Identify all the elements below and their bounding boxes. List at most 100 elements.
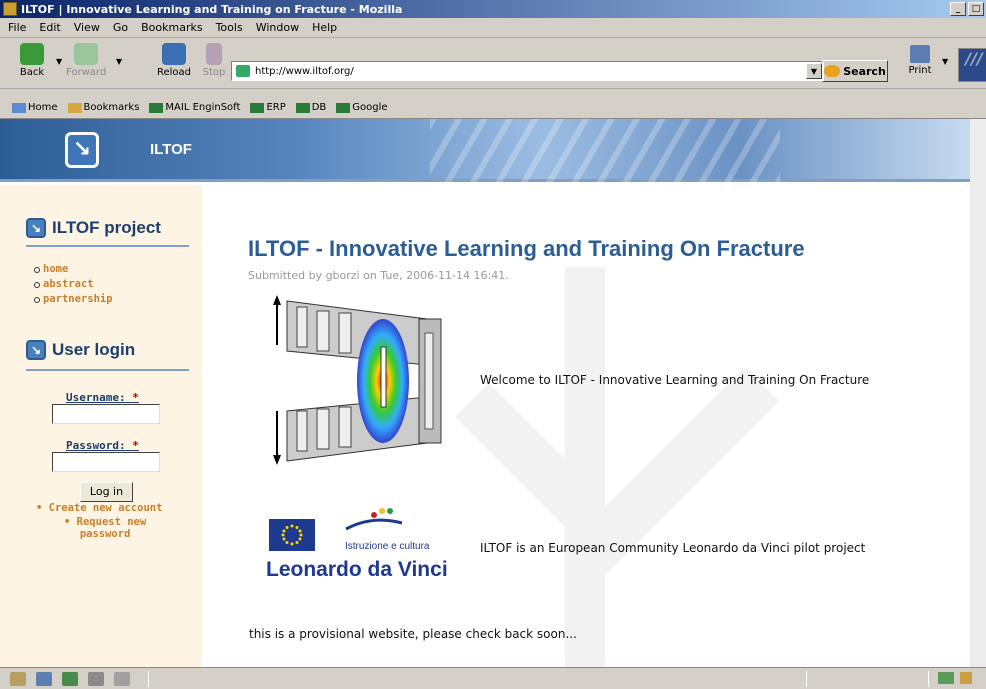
online-status-icon[interactable] bbox=[938, 672, 954, 684]
watermark-arrow-icon bbox=[455, 267, 779, 667]
print-button[interactable]: Print bbox=[900, 45, 940, 76]
create-account-text: Create new account bbox=[48, 502, 163, 514]
window-titlebar: ILTOF | Innovative Learning and Training… bbox=[0, 0, 986, 18]
bookmark-google[interactable]: Google bbox=[336, 102, 388, 113]
bookmark-erp-label: ERP bbox=[266, 102, 286, 113]
search-icon bbox=[824, 65, 841, 77]
minimize-button[interactable]: _ bbox=[950, 2, 966, 16]
fracture-specimen-image bbox=[273, 295, 442, 465]
bookmark-bookmarks-label: Bookmarks bbox=[83, 102, 140, 113]
site-logo-icon[interactable]: ↘ bbox=[65, 132, 99, 168]
password-label-text: Password: bbox=[66, 439, 126, 452]
bookmark-home[interactable]: Home bbox=[12, 102, 58, 113]
bookmark-icon bbox=[250, 102, 265, 113]
menu-bookmarks[interactable]: Bookmarks bbox=[141, 21, 202, 34]
divider bbox=[806, 671, 807, 687]
mail-icon[interactable] bbox=[36, 671, 52, 686]
project-block-title: ↘ ILTOF project bbox=[26, 218, 161, 238]
forward-dropdown-icon[interactable]: ▼ bbox=[116, 57, 122, 66]
password-label: Password: * bbox=[66, 439, 139, 452]
menu-tools[interactable]: Tools bbox=[216, 21, 243, 34]
forward-label: Forward bbox=[66, 67, 107, 78]
back-dropdown-icon[interactable]: ▼ bbox=[56, 57, 62, 66]
istruzione-logo-text: Istruzione e cultura bbox=[345, 541, 430, 552]
menu-go[interactable]: Go bbox=[113, 21, 128, 34]
welcome-text: Welcome to ILTOF - Innovative Learning a… bbox=[480, 373, 870, 387]
back-button[interactable]: Back bbox=[12, 43, 52, 78]
stop-button[interactable]: Stop bbox=[194, 43, 234, 78]
bookmark-home-label: Home bbox=[28, 102, 58, 113]
required-mark: * bbox=[132, 439, 139, 452]
username-label-text: Username: bbox=[66, 391, 126, 404]
navigation-toolbar: Back ▼ Forward ▼ Reload Stop http://www.… bbox=[0, 39, 986, 89]
provisional-notice: this is a provisional website, please ch… bbox=[249, 627, 577, 641]
window-controls: _ □ bbox=[950, 2, 984, 16]
address-book-icon[interactable] bbox=[88, 671, 104, 686]
sidebar: ↘ ILTOF project home abstract partnershi… bbox=[0, 185, 202, 667]
menu-view[interactable]: View bbox=[74, 21, 100, 34]
nav-link-abstract[interactable]: abstract bbox=[34, 277, 113, 292]
request-password-text-1: Request new bbox=[76, 516, 147, 528]
url-text: http://www.iltof.org/ bbox=[255, 65, 354, 77]
bookmark-bookmarks[interactable]: Bookmarks bbox=[67, 102, 140, 113]
bookmark-icon bbox=[295, 102, 310, 113]
menu-window[interactable]: Window bbox=[256, 21, 299, 34]
bookmarks-icon bbox=[67, 102, 82, 113]
back-label: Back bbox=[19, 67, 45, 78]
page-favicon-icon bbox=[236, 65, 250, 77]
print-label: Print bbox=[908, 65, 932, 76]
request-password-text-2: password bbox=[79, 528, 131, 540]
reload-button[interactable]: Reload bbox=[154, 43, 194, 78]
status-bar bbox=[0, 667, 986, 689]
leonardo-logo-text: Leonardo da Vinci bbox=[266, 558, 448, 581]
window-title: ILTOF | Innovative Learning and Training… bbox=[21, 2, 403, 16]
create-account-link[interactable]: • Create new account bbox=[36, 502, 162, 514]
username-input[interactable] bbox=[52, 404, 160, 424]
nav-link-partnership[interactable]: partnership bbox=[34, 292, 113, 307]
mozilla-throbber-icon[interactable]: /// bbox=[958, 48, 986, 82]
forward-button[interactable]: Forward bbox=[66, 43, 106, 78]
vertical-scrollbar[interactable] bbox=[970, 119, 986, 667]
divider bbox=[26, 245, 189, 247]
reload-label: Reload bbox=[156, 67, 192, 78]
bookmark-icon bbox=[149, 102, 164, 113]
reload-icon bbox=[162, 43, 186, 65]
bookmark-db-label: DB bbox=[311, 102, 327, 113]
printer-icon bbox=[910, 45, 930, 63]
stop-icon bbox=[206, 43, 222, 65]
composer-icon[interactable] bbox=[62, 671, 78, 686]
login-button[interactable]: Log in bbox=[80, 482, 133, 502]
nav-link-home[interactable]: home bbox=[34, 262, 113, 277]
url-history-dropdown-icon[interactable]: ▼ bbox=[806, 63, 822, 79]
bookmark-erp[interactable]: ERP bbox=[250, 102, 286, 113]
personal-toolbar: Home Bookmarks MAIL EnginSoft ERP DB Goo… bbox=[0, 97, 986, 119]
stop-label: Stop bbox=[202, 67, 226, 78]
page-viewport[interactable]: ↘ ILTOF ↘ ILTOF project home abstract pa… bbox=[0, 119, 986, 667]
bookmark-mail-enginsoft[interactable]: MAIL EnginSoft bbox=[149, 102, 240, 113]
eu-stars-icon bbox=[281, 524, 303, 546]
menu-file[interactable]: File bbox=[8, 21, 26, 34]
request-password-link[interactable]: • Request new password bbox=[64, 516, 146, 540]
header-decoration bbox=[430, 119, 780, 182]
block-arrow-icon: ↘ bbox=[26, 340, 46, 360]
mozilla-app-icon bbox=[3, 2, 17, 16]
print-dropdown-icon[interactable]: ▼ bbox=[942, 57, 948, 66]
menu-edit[interactable]: Edit bbox=[39, 21, 60, 34]
url-input[interactable]: http://www.iltof.org/ bbox=[231, 61, 824, 81]
block-arrow-icon: ↘ bbox=[26, 218, 46, 238]
project-description: ILTOF is an European Community Leonardo … bbox=[480, 541, 866, 555]
chat-icon[interactable] bbox=[114, 671, 130, 686]
security-lock-icon[interactable] bbox=[960, 672, 972, 684]
divider bbox=[26, 369, 189, 371]
search-button[interactable]: Search bbox=[822, 60, 888, 82]
site-name[interactable]: ILTOF bbox=[150, 141, 192, 158]
username-label: Username: * bbox=[66, 391, 139, 404]
menubar: File Edit View Go Bookmarks Tools Window… bbox=[0, 18, 986, 38]
maximize-button[interactable]: □ bbox=[968, 2, 984, 16]
menu-help[interactable]: Help bbox=[312, 21, 337, 34]
eu-flag-logo bbox=[269, 519, 315, 551]
bookmark-db[interactable]: DB bbox=[295, 102, 327, 113]
project-title-text: ILTOF project bbox=[52, 218, 161, 237]
password-input[interactable] bbox=[52, 452, 160, 472]
navigator-icon[interactable] bbox=[10, 671, 26, 686]
